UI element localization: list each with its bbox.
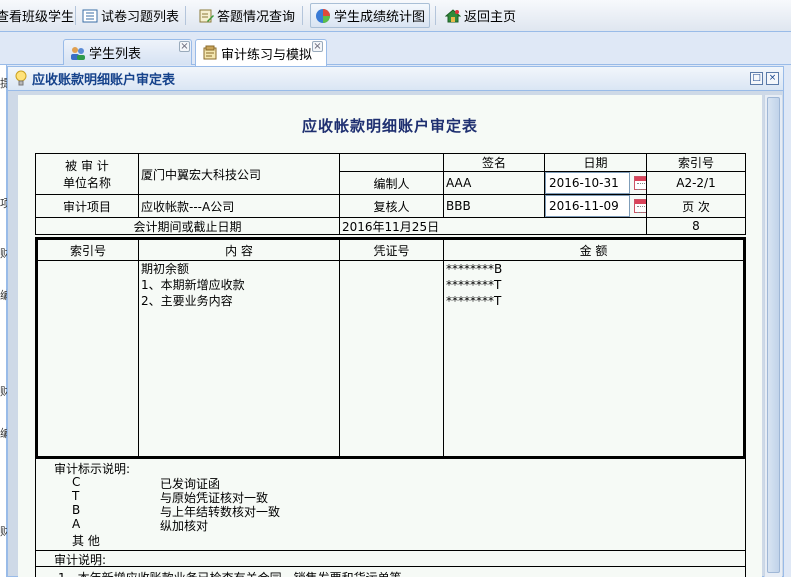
view-class-students-label: 查看班级学生	[0, 10, 75, 25]
col-index-header: 索引号	[37, 239, 139, 261]
sign-header: 签名	[443, 153, 545, 172]
col-voucher-header: 凭证号	[339, 239, 444, 261]
score-chart-button[interactable]: 学生成绩统计图	[310, 3, 430, 28]
toolbar-separator	[75, 6, 76, 25]
auditee-value: 厦门中翼宏大科技公司	[138, 153, 340, 195]
auditee-label-line1: 被 审 计	[65, 159, 109, 173]
edge-text: 提	[0, 77, 7, 90]
students-icon	[70, 45, 86, 61]
index-value: A2-2/1	[646, 171, 746, 195]
toolbar-separator	[185, 6, 186, 25]
page-value: 8	[646, 217, 746, 235]
edge-text: 财	[0, 247, 7, 260]
legend-text: 纵加核对	[160, 519, 209, 533]
col-amount-header: 金 额	[443, 239, 744, 261]
voucher-column-cell	[339, 260, 444, 457]
reviewer-date-cell: 2016-11-09	[544, 194, 647, 218]
legend-code: 其 他	[72, 534, 100, 548]
notes-line: 1、本年新增应收账款业务已检查有关合同，销售发票和货运单等。	[58, 569, 414, 577]
index-column-cell	[37, 260, 139, 457]
blank-cell	[339, 153, 444, 172]
col-content-header: 内 容	[138, 239, 340, 261]
toolbar-separator	[435, 6, 436, 25]
return-home-label: 返回主页	[464, 10, 517, 25]
page-label: 页 次	[646, 194, 746, 218]
edit-query-icon	[198, 8, 214, 24]
legend-row: 其 他	[72, 532, 160, 549]
preparer-date-value: 2016-10-31	[549, 176, 619, 190]
content-line: 1、本期新增应收款	[141, 278, 245, 292]
amount-line: ********B	[446, 262, 503, 276]
background-panel-edge: 提 项 财 编 财 编 财	[0, 65, 7, 577]
close-window-icon[interactable]: ×	[766, 72, 779, 85]
exam-list-label: 试卷习题列表	[101, 10, 180, 25]
edge-text: 编	[0, 427, 7, 440]
content-column-cell: 期初余额 1、本期新增应收款 2、主要业务内容	[138, 260, 340, 457]
period-value: 2016年11月25日	[339, 217, 647, 235]
home-icon	[444, 8, 462, 24]
index-header: 索引号	[646, 153, 746, 172]
preparer-label: 编制人	[339, 171, 444, 195]
form-title: 应收帐款明细账户审定表	[301, 117, 478, 135]
audit-practice-icon	[202, 45, 218, 61]
auditee-label-line2: 单位名称	[62, 176, 111, 190]
amount-column-cell: ********B ********T ********T	[443, 260, 744, 457]
pie-chart-icon	[315, 8, 331, 24]
audit-form-window: 应收账款明细账户审定表 □ × 应收帐款明细账户审定表 被 审 计 单位名称 厦…	[7, 66, 784, 577]
period-label: 会计期间或截止日期	[35, 217, 340, 235]
reviewer-date-value: 2016-11-09	[549, 199, 619, 213]
preparer-date-cell: 2016-10-31	[544, 171, 647, 195]
window-title: 应收账款明细账户审定表	[32, 73, 176, 88]
audit-item-value: 应收帐款---A公司	[138, 194, 340, 218]
scrollbar-thumb[interactable]	[767, 97, 780, 573]
reviewer-date-input[interactable]: 2016-11-09	[545, 195, 630, 217]
preparer-value: AAA	[443, 171, 545, 195]
tab-audit-practice[interactable]: 审计练习与模拟 ×	[195, 39, 327, 66]
tab-student-list[interactable]: 学生列表 ×	[63, 39, 192, 65]
reviewer-value: BBB	[443, 194, 545, 218]
answer-query-label: 答题情况查询	[217, 10, 296, 25]
amount-line: ********T	[446, 294, 502, 308]
reviewer-label: 复核人	[339, 194, 444, 218]
date-header: 日期	[544, 153, 647, 172]
preparer-date-input[interactable]: 2016-10-31	[545, 172, 630, 194]
lightbulb-icon	[14, 70, 28, 92]
vertical-scrollbar[interactable]	[764, 95, 782, 577]
window-header: 应收账款明细账户审定表	[8, 67, 783, 91]
edge-text: 编	[0, 289, 7, 302]
list-icon	[82, 8, 98, 24]
audit-item-label: 审计项目	[35, 194, 139, 218]
edge-text: 项	[0, 197, 7, 210]
auditee-label: 被 审 计 单位名称	[35, 153, 139, 195]
maximize-icon[interactable]: □	[750, 72, 763, 85]
tab-student-list-label: 学生列表	[89, 47, 142, 62]
return-home-button[interactable]: 返回主页	[441, 3, 520, 28]
notes-box	[35, 550, 746, 567]
content-line: 2、主要业务内容	[141, 294, 233, 308]
content-line: 期初余额	[141, 262, 190, 276]
close-icon[interactable]: ×	[312, 41, 323, 52]
answer-query-button[interactable]: 答题情况查询	[194, 3, 299, 28]
tab-audit-practice-label: 审计练习与模拟	[221, 47, 313, 63]
tab-bar: 学生列表 × 审计练习与模拟 ×	[0, 32, 791, 66]
top-toolbar: 查看班级学生 试卷习题列表 答题情况查询 学生成绩统计图 返回主页	[0, 0, 791, 32]
edge-text: 财	[0, 385, 7, 398]
form-body: 应收帐款明细账户审定表 被 审 计 单位名称 厦门中翼宏大科技公司 签名 日期 …	[18, 95, 762, 577]
close-icon[interactable]: ×	[179, 41, 190, 52]
score-chart-label: 学生成绩统计图	[334, 10, 426, 25]
amount-line: ********T	[446, 278, 502, 292]
edge-text: 财	[0, 525, 7, 538]
toolbar-separator	[302, 6, 303, 25]
exam-list-button[interactable]: 试卷习题列表	[78, 3, 183, 28]
view-class-students-button[interactable]: 查看班级学生	[0, 3, 78, 28]
